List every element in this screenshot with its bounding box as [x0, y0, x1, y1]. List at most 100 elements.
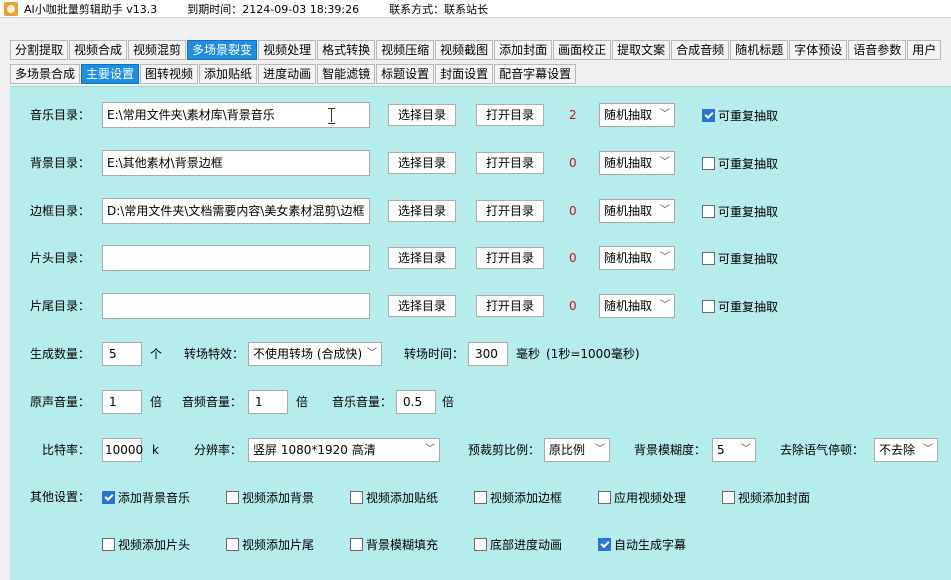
- tab-add-cover[interactable]: 添加封面: [494, 40, 553, 60]
- transition-time-input[interactable]: 300: [468, 342, 508, 366]
- original-volume-input[interactable]: 1: [102, 390, 142, 414]
- subtab-main-settings[interactable]: 主要设置: [81, 64, 140, 84]
- subtab-smart-filter[interactable]: 智能滤镜: [317, 64, 376, 84]
- bg-blur-fill-checkbox[interactable]: 背景模糊填充: [350, 536, 438, 553]
- checkbox-icon: [702, 157, 715, 170]
- bg-blur-select[interactable]: 5 ﹀: [712, 438, 756, 462]
- frame-open-button[interactable]: 打开目录: [476, 200, 544, 222]
- intro-open-button[interactable]: 打开目录: [476, 247, 544, 269]
- outro-repeat-label: 可重复抽取: [718, 300, 779, 314]
- subtab-add-sticker[interactable]: 添加贴纸: [199, 64, 258, 84]
- tab-multi-scene[interactable]: 多场景裂变: [187, 40, 258, 60]
- subtab-dub-subtitle[interactable]: 配音字幕设置: [494, 64, 577, 84]
- outro-mode-select[interactable]: 随机抽取 ﹀: [599, 294, 675, 318]
- tab-synth-audio[interactable]: 合成音频: [671, 40, 730, 60]
- music-open-button[interactable]: 打开目录: [476, 104, 544, 126]
- bitrate-input[interactable]: 10000: [102, 438, 143, 462]
- subtab-image-to-video[interactable]: 图转视频: [140, 64, 199, 84]
- transition-time-note: (1秒=1000毫秒): [546, 347, 640, 361]
- music-mode-select[interactable]: 随机抽取 ﹀: [599, 103, 675, 127]
- outro-open-button[interactable]: 打开目录: [476, 295, 544, 317]
- resolution-label: 分辨率：: [194, 443, 243, 457]
- transition-label: 转场特效：: [184, 347, 245, 361]
- gen-count-label: 生成数量：: [30, 347, 91, 361]
- tab-frame-correct[interactable]: 画面校正: [553, 40, 612, 60]
- tab-format-convert[interactable]: 格式转换: [317, 40, 376, 60]
- tab-video-mix[interactable]: 视频混剪: [128, 40, 187, 60]
- chevron-down-icon: ﹀: [660, 252, 670, 263]
- transition-select[interactable]: 不使用转场 (合成快) ﹀: [248, 342, 382, 366]
- add-intro-checkbox[interactable]: 视频添加片头: [102, 536, 190, 553]
- frame-choose-button[interactable]: 选择目录: [388, 200, 456, 222]
- tab-split-extract[interactable]: 分割提取: [10, 40, 69, 60]
- subtab-title-settings[interactable]: 标题设置: [376, 64, 435, 84]
- add-video-bg-checkbox[interactable]: 视频添加背景: [226, 489, 314, 506]
- intro-mode-select[interactable]: 随机抽取 ﹀: [599, 246, 675, 270]
- original-volume-unit: 倍: [150, 395, 163, 409]
- add-cover-checkbox[interactable]: 视频添加封面: [722, 489, 810, 506]
- outro-file-count: 0: [569, 299, 577, 313]
- gen-count-input[interactable]: 5: [102, 342, 142, 366]
- frame-dir-label: 边框目录：: [30, 204, 91, 218]
- chevron-down-icon: ﹀: [425, 444, 435, 455]
- intro-repeat-checkbox[interactable]: 可重复抽取: [702, 250, 778, 267]
- app-title: AI小咖批量剪辑助手 v13.3: [24, 2, 158, 16]
- subtab-multi-scene-synth[interactable]: 多场景合成: [10, 64, 81, 84]
- transition-time-unit: 毫秒: [516, 347, 541, 361]
- checkbox-icon: [722, 491, 735, 504]
- music-mode-value: 随机抽取: [604, 108, 653, 122]
- dub-volume-input[interactable]: 1: [248, 390, 288, 414]
- background-repeat-checkbox[interactable]: 可重复抽取: [702, 155, 778, 172]
- other-settings-label: 其他设置：: [30, 490, 91, 504]
- bottom-progress-checkbox[interactable]: 底部进度动画: [474, 536, 562, 553]
- tab-user[interactable]: 用户: [907, 40, 942, 60]
- outro-dir-input[interactable]: [102, 293, 370, 319]
- tab-font-preset[interactable]: 字体预设: [789, 40, 848, 60]
- music-repeat-checkbox[interactable]: 可重复抽取: [702, 107, 778, 124]
- frame-dir-input[interactable]: D:\常用文件夹\文档需要内容\美女素材混剪\边框: [102, 198, 370, 224]
- music-volume-unit: 倍: [442, 395, 455, 409]
- bitrate-unit: k: [152, 443, 159, 457]
- add-outro-label: 视频添加片尾: [242, 538, 315, 552]
- crop-ratio-select[interactable]: 原比例 ﹀: [544, 438, 610, 462]
- apply-process-checkbox[interactable]: 应用视频处理: [598, 489, 686, 506]
- intro-choose-button[interactable]: 选择目录: [388, 247, 456, 269]
- tab-video-process[interactable]: 视频处理: [258, 40, 317, 60]
- silence-removal-value: 不去除: [879, 443, 916, 457]
- original-volume-label: 原声音量：: [30, 395, 91, 409]
- checkbox-icon: [702, 300, 715, 313]
- auto-subtitle-checkbox[interactable]: 自动生成字幕: [598, 536, 686, 553]
- checkbox-icon: [474, 538, 487, 551]
- music-volume-input[interactable]: 0.5: [396, 390, 436, 414]
- add-bg-music-checkbox[interactable]: 添加背景音乐: [102, 489, 190, 506]
- tab-voice-params[interactable]: 语音参数: [848, 40, 907, 60]
- add-sticker-checkbox[interactable]: 视频添加贴纸: [350, 489, 438, 506]
- dub-volume-unit: 倍: [296, 395, 309, 409]
- frame-mode-select[interactable]: 随机抽取 ﹀: [599, 199, 675, 223]
- outro-choose-button[interactable]: 选择目录: [388, 295, 456, 317]
- tab-video-compress[interactable]: 视频压缩: [376, 40, 435, 60]
- frame-mode-value: 随机抽取: [604, 204, 653, 218]
- add-sticker-label: 视频添加贴纸: [366, 491, 439, 505]
- background-choose-button[interactable]: 选择目录: [388, 152, 456, 174]
- add-outro-checkbox[interactable]: 视频添加片尾: [226, 536, 314, 553]
- add-cover-label: 视频添加封面: [738, 491, 811, 505]
- silence-removal-select[interactable]: 不去除 ﹀: [874, 438, 938, 462]
- subtab-progress-anim[interactable]: 进度动画: [258, 64, 317, 84]
- background-dir-input[interactable]: E:\其他素材\背景边框: [102, 150, 370, 176]
- add-frame-checkbox[interactable]: 视频添加边框: [474, 489, 562, 506]
- tab-video-merge[interactable]: 视频合成: [69, 40, 128, 60]
- tab-video-screenshot[interactable]: 视频截图: [435, 40, 494, 60]
- tab-extract-text[interactable]: 提取文案: [612, 40, 671, 60]
- background-mode-select[interactable]: 随机抽取 ﹀: [599, 151, 675, 175]
- chevron-down-icon: ﹀: [741, 444, 751, 455]
- intro-dir-input[interactable]: [102, 245, 370, 271]
- resolution-select[interactable]: 竖屏 1080*1920 高清 ﹀: [248, 438, 440, 462]
- music-dir-label: 音乐目录：: [30, 108, 91, 122]
- outro-repeat-checkbox[interactable]: 可重复抽取: [702, 298, 778, 315]
- subtab-cover-settings[interactable]: 封面设置: [435, 64, 494, 84]
- tab-random-title[interactable]: 随机标题: [730, 40, 789, 60]
- frame-repeat-checkbox[interactable]: 可重复抽取: [702, 203, 778, 220]
- background-open-button[interactable]: 打开目录: [476, 152, 544, 174]
- music-choose-button[interactable]: 选择目录: [388, 104, 456, 126]
